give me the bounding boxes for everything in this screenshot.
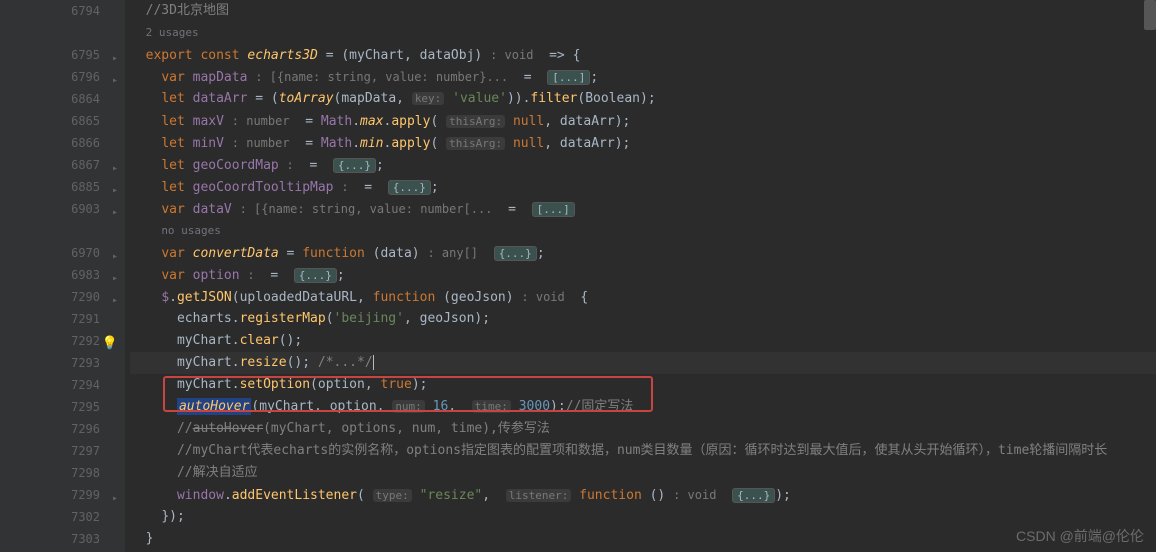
- code-line[interactable]: //3D北京地图: [130, 0, 1156, 22]
- code-line[interactable]: myChart.setOption(option, true);: [130, 374, 1156, 396]
- code-area[interactable]: //3D北京地图 2 usages export const echarts3D…: [125, 0, 1156, 552]
- fold-icon[interactable]: ▸: [112, 202, 118, 224]
- code-line[interactable]: let geoCoordTooltipMap : = {...};: [130, 176, 1156, 198]
- fold-icon[interactable]: ▸: [112, 488, 118, 510]
- code-line[interactable]: //autoHover(myChart, options, num, time)…: [130, 418, 1156, 440]
- code-line[interactable]: export const echarts3D = (myChart, dataO…: [130, 44, 1156, 66]
- code-line[interactable]: let maxV : number = Math.max.apply( this…: [130, 110, 1156, 132]
- fold-icon[interactable]: ▸: [112, 70, 118, 92]
- code-line[interactable]: }: [130, 528, 1156, 550]
- lightbulb-icon[interactable]: 💡: [102, 333, 118, 355]
- code-line[interactable]: //解决自适应: [130, 462, 1156, 484]
- usage-hint: no usages: [130, 220, 1156, 242]
- fold-icon[interactable]: ▸: [112, 180, 118, 202]
- code-line[interactable]: window.addEventListener( type: "resize",…: [130, 484, 1156, 506]
- code-line[interactable]: var dataV : [{name: string, value: numbe…: [130, 198, 1156, 220]
- fold-icon[interactable]: ▸: [112, 48, 118, 70]
- code-line[interactable]: $.getJSON(uploadedDataURL, function (geo…: [130, 286, 1156, 308]
- code-line[interactable]: var mapData : [{name: string, value: num…: [130, 66, 1156, 88]
- fold-icon[interactable]: ▸: [112, 158, 118, 180]
- code-line[interactable]: let minV : number = Math.min.apply( this…: [130, 132, 1156, 154]
- fold-icon[interactable]: ▸: [112, 246, 118, 268]
- usage-hint: 2 usages: [130, 22, 1156, 44]
- code-editor[interactable]: 6794 6795▸ 6796▸ 6864 6865 6866 6867▸ 68…: [0, 0, 1156, 552]
- watermark-text: CSDN @前端@伦伦: [1016, 526, 1144, 546]
- code-line[interactable]: echarts.registerMap('beijing', geoJson);: [130, 308, 1156, 330]
- code-line[interactable]: myChart.clear();: [130, 330, 1156, 352]
- code-line[interactable]: var option : = {...};: [130, 264, 1156, 286]
- code-line[interactable]: let geoCoordMap : = {...};: [130, 154, 1156, 176]
- code-line[interactable]: autoHover(myChart, option, num: 16, time…: [130, 396, 1156, 418]
- line-number-gutter: 6794 6795▸ 6796▸ 6864 6865 6866 6867▸ 68…: [0, 0, 125, 552]
- fold-icon[interactable]: ▸: [112, 268, 118, 290]
- code-line[interactable]: var convertData = function (data) : any[…: [130, 242, 1156, 264]
- code-line[interactable]: //myChart代表echarts的实例名称，options指定图表的配置项和…: [130, 440, 1156, 462]
- vertical-scrollbar[interactable]: [1144, 0, 1156, 30]
- code-line[interactable]: let dataArr = (toArray(mapData, key: 'va…: [130, 88, 1156, 110]
- code-line-current[interactable]: myChart.resize(); /*...*/: [130, 352, 1156, 374]
- fold-icon[interactable]: ▸: [112, 290, 118, 312]
- text-cursor: [373, 355, 374, 370]
- code-line[interactable]: });: [130, 506, 1156, 528]
- selection: autoHover: [177, 398, 251, 415]
